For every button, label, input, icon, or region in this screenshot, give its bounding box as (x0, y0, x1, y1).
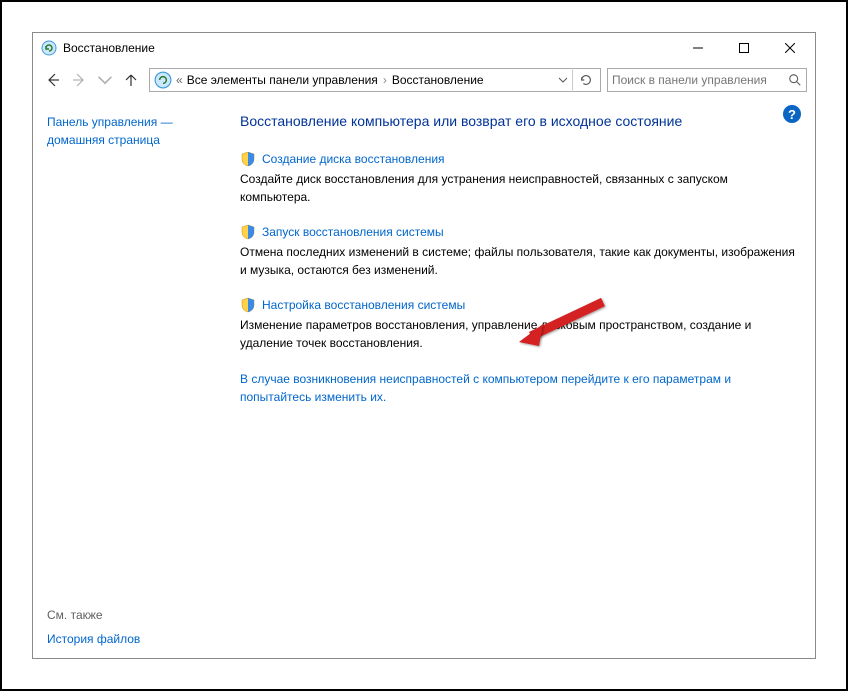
option-create-recovery-drive: Создание диска восстановления Создайте д… (240, 151, 797, 206)
search-box[interactable] (607, 68, 807, 92)
window-title: Восстановление (63, 41, 675, 55)
up-button[interactable] (119, 68, 143, 92)
file-history-link[interactable]: История файлов (47, 632, 222, 646)
page-heading: Восстановление компьютера или возврат ег… (240, 113, 797, 129)
create-recovery-drive-link[interactable]: Создание диска восстановления (262, 152, 445, 166)
search-input[interactable] (612, 73, 788, 87)
configure-system-restore-desc: Изменение параметров восстановления, упр… (240, 316, 797, 352)
minimize-button[interactable] (675, 33, 721, 63)
troubleshoot-note: В случае возникновения неисправностей с … (240, 370, 797, 406)
forward-button[interactable] (67, 68, 91, 92)
help-icon[interactable]: ? (783, 105, 801, 123)
breadcrumb-lead: « (174, 73, 183, 87)
option-system-restore: Запуск восстановления системы Отмена пос… (240, 224, 797, 279)
troubleshoot-link[interactable]: В случае возникновения неисправностей с … (240, 372, 731, 404)
shield-icon (240, 297, 256, 313)
recent-dropdown[interactable] (93, 68, 117, 92)
breadcrumb-recovery[interactable]: Восстановление (388, 73, 488, 87)
address-dropdown[interactable] (554, 75, 572, 85)
back-button[interactable] (41, 68, 65, 92)
option-configure-restore: Настройка восстановления системы Изменен… (240, 297, 797, 352)
see-also-label: См. также (47, 608, 222, 622)
control-panel-home-link[interactable]: Панель управления — домашняя страница (47, 113, 222, 149)
shield-icon (240, 151, 256, 167)
navbar: « Все элементы панели управления › Восст… (33, 63, 815, 97)
titlebar: Восстановление (33, 33, 815, 63)
sidebar: Панель управления — домашняя страница См… (47, 109, 232, 646)
open-system-restore-link[interactable]: Запуск восстановления системы (262, 225, 444, 239)
main-panel: Восстановление компьютера или возврат ег… (232, 109, 801, 646)
breadcrumb-all-items[interactable]: Все элементы панели управления (183, 73, 382, 87)
refresh-button[interactable] (572, 68, 598, 92)
address-bar[interactable]: « Все элементы панели управления › Восст… (149, 68, 601, 92)
recovery-app-icon (41, 40, 57, 56)
window: Восстановление (32, 32, 816, 659)
maximize-button[interactable] (721, 33, 767, 63)
create-recovery-drive-desc: Создайте диск восстановления для устране… (240, 170, 797, 206)
shield-icon (240, 224, 256, 240)
content-area: ? Панель управления — домашняя страница … (33, 97, 815, 658)
configure-system-restore-link[interactable]: Настройка восстановления системы (262, 298, 465, 312)
location-icon (154, 71, 172, 89)
open-system-restore-desc: Отмена последних изменений в системе; фа… (240, 243, 797, 279)
close-button[interactable] (767, 33, 813, 63)
search-icon[interactable] (788, 73, 802, 87)
